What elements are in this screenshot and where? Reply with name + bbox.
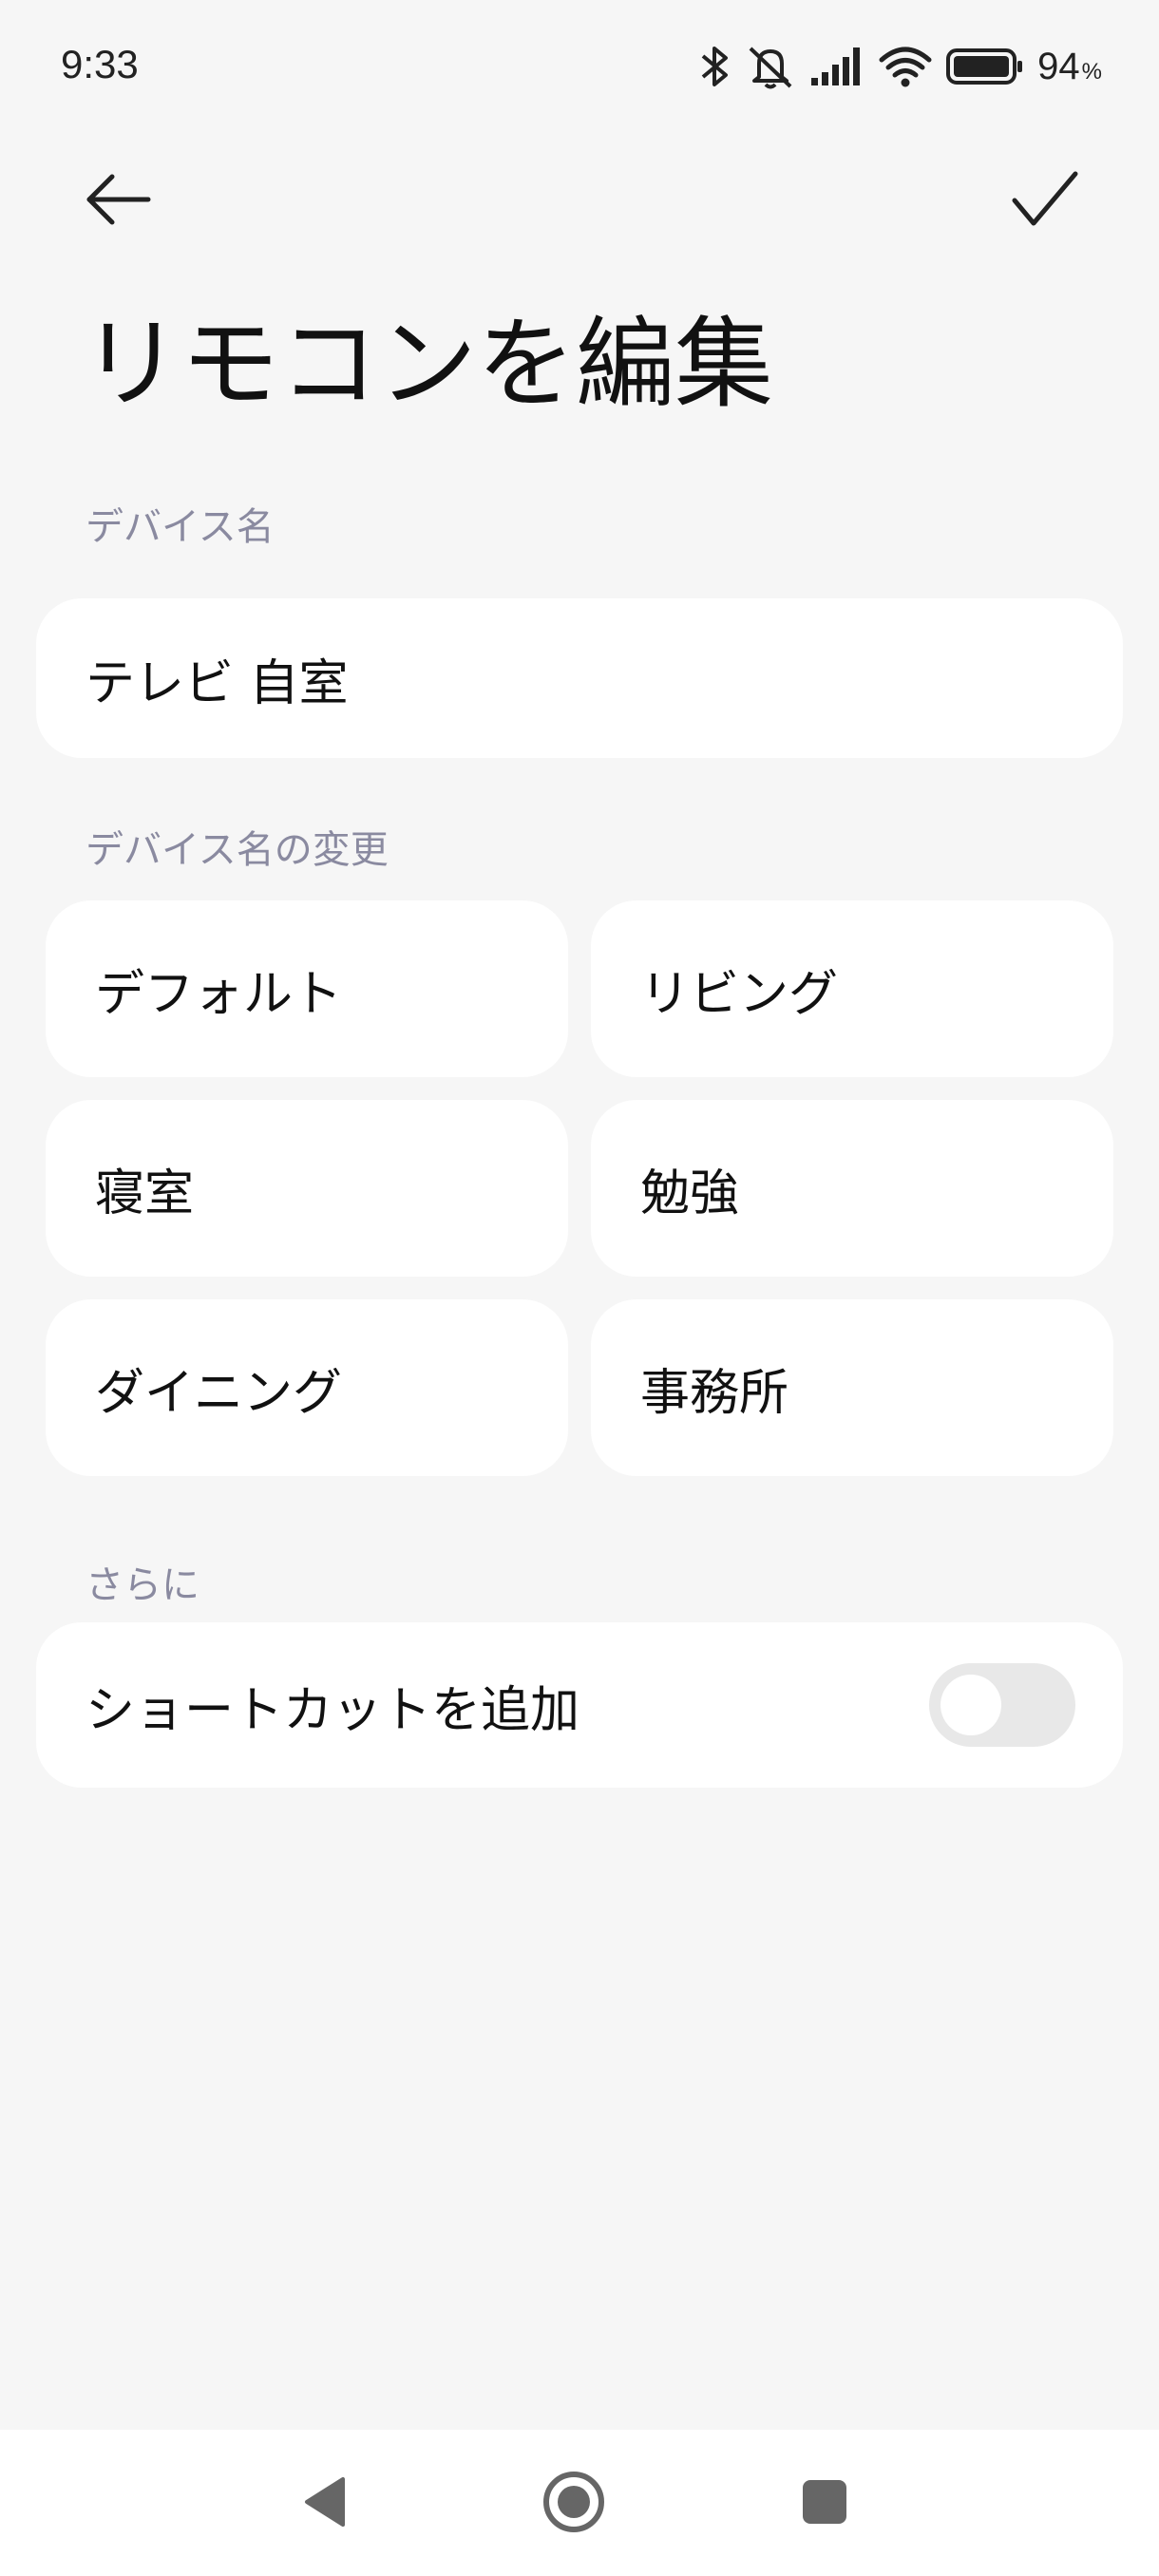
preset-office[interactable]: 事務所 bbox=[591, 1299, 1113, 1476]
preset-living[interactable]: リビング bbox=[591, 900, 1113, 1077]
rename-preset-grid: デフォルト リビング 寝室 勉強 ダイニング 事務所 bbox=[46, 900, 1113, 1476]
wifi-icon bbox=[878, 45, 933, 88]
add-shortcut-label: ショートカットを追加 bbox=[86, 1681, 580, 1739]
back-button[interactable] bbox=[72, 156, 163, 247]
preset-study[interactable]: 勉強 bbox=[591, 1100, 1113, 1277]
back-triangle-icon bbox=[301, 2473, 349, 2534]
battery-percent-value: 94 bbox=[1037, 45, 1080, 87]
nav-back-button[interactable] bbox=[279, 2458, 370, 2549]
checkmark-icon bbox=[1009, 168, 1081, 235]
add-shortcut-row[interactable]: ショートカットを追加 bbox=[36, 1622, 1123, 1788]
preset-default[interactable]: デフォルト bbox=[46, 900, 568, 1077]
navigation-bar bbox=[0, 2430, 1159, 2576]
nav-recents-button[interactable] bbox=[779, 2458, 870, 2549]
battery-percent-sign: % bbox=[1081, 58, 1102, 85]
status-bar: 9:33 94 % bbox=[0, 0, 1159, 142]
rename-label: デバイス名の変更 bbox=[86, 828, 389, 872]
recents-square-icon bbox=[801, 2478, 848, 2529]
nav-home-button[interactable] bbox=[528, 2458, 619, 2549]
top-bar bbox=[0, 142, 1159, 247]
status-time: 9:33 bbox=[61, 42, 139, 86]
preset-dining[interactable]: ダイニング bbox=[46, 1299, 568, 1476]
more-label: さらに bbox=[86, 1563, 200, 1607]
device-name-input[interactable] bbox=[86, 650, 1036, 707]
device-name-field[interactable] bbox=[36, 598, 1123, 758]
status-icons: 94% bbox=[699, 38, 1102, 95]
toggle-knob bbox=[940, 1675, 1001, 1735]
preset-bedroom[interactable]: 寝室 bbox=[46, 1100, 568, 1277]
signal-icon bbox=[809, 46, 864, 87]
confirm-button[interactable] bbox=[999, 156, 1091, 247]
silent-icon bbox=[745, 43, 796, 90]
arrow-left-icon bbox=[82, 171, 154, 232]
home-circle-icon bbox=[541, 2469, 607, 2539]
bluetooth-icon bbox=[699, 43, 732, 90]
add-shortcut-toggle[interactable] bbox=[929, 1663, 1075, 1747]
device-name-label: デバイス名 bbox=[86, 505, 275, 549]
page-title: リモコンを編集 bbox=[82, 306, 774, 422]
battery-icon bbox=[946, 47, 1024, 86]
battery-percent: 94% bbox=[1037, 46, 1102, 88]
